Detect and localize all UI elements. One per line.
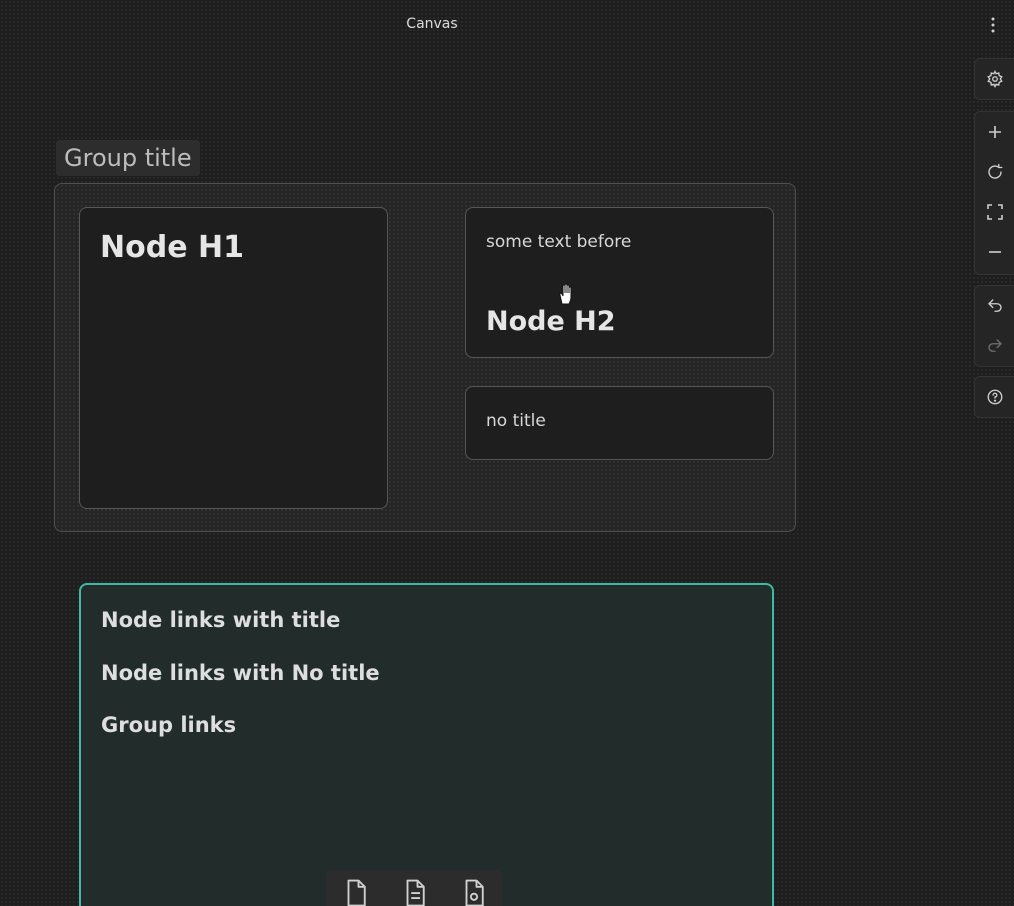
node-h1-card[interactable]: Node H1 — [79, 207, 388, 509]
file-icon — [347, 879, 366, 906]
node-h2-text-before: some text before — [486, 232, 632, 252]
node-h1-heading: Node H1 — [100, 230, 244, 265]
more-vertical-icon — [991, 17, 995, 33]
more-options-button[interactable] — [982, 14, 1004, 36]
canvas-root[interactable]: Canvas Group title Node H1 some text bef… — [0, 0, 1014, 906]
reset-zoom-icon — [988, 163, 1003, 179]
hand-cursor-icon — [559, 283, 572, 305]
help-icon — [987, 389, 1003, 405]
help-button[interactable] — [975, 377, 1014, 417]
undo-button[interactable] — [975, 286, 1014, 326]
bottom-toolbar — [326, 870, 502, 906]
rail-group-zoom — [974, 111, 1014, 275]
add-note-button[interactable] — [398, 878, 432, 906]
zoom-in-icon — [989, 126, 1001, 138]
redo-button[interactable] — [975, 326, 1014, 366]
rail-group-help — [974, 376, 1014, 418]
media-icon — [465, 879, 484, 906]
node-h2-card[interactable]: some text before Node H2 — [465, 207, 774, 358]
fit-view-button[interactable] — [975, 192, 1014, 232]
zoom-out-button[interactable] — [975, 232, 1014, 272]
link-node-with-title[interactable]: Node links with title — [101, 608, 340, 632]
zoom-out-icon — [989, 251, 1001, 253]
link-group[interactable]: Group links — [101, 713, 236, 737]
reset-zoom-button[interactable] — [975, 152, 1014, 192]
fit-view-icon — [987, 204, 1003, 220]
rail-group-history — [974, 285, 1014, 367]
group-title-label[interactable]: Group title — [56, 140, 200, 176]
node-h2-heading: Node H2 — [486, 306, 616, 337]
undo-icon — [988, 299, 1002, 312]
node-no-title-text: no title — [486, 411, 546, 431]
add-card-button[interactable] — [339, 878, 373, 906]
redo-icon — [988, 339, 1002, 352]
link-node-no-title[interactable]: Node links with No title — [101, 661, 380, 685]
rail-group-settings — [974, 58, 1014, 100]
group-container[interactable]: Node H1 some text before Node H2 no titl… — [54, 183, 796, 532]
title-bar: Canvas — [0, 0, 1014, 50]
settings-button[interactable] — [975, 59, 1014, 99]
note-icon — [406, 879, 425, 906]
window-title: Canvas — [406, 16, 458, 32]
zoom-in-button[interactable] — [975, 112, 1014, 152]
add-media-button[interactable] — [457, 878, 491, 906]
node-links-card[interactable]: Node links with title Node links with No… — [79, 583, 774, 906]
settings-icon — [987, 70, 1003, 88]
node-no-title-card[interactable]: no title — [465, 386, 774, 460]
